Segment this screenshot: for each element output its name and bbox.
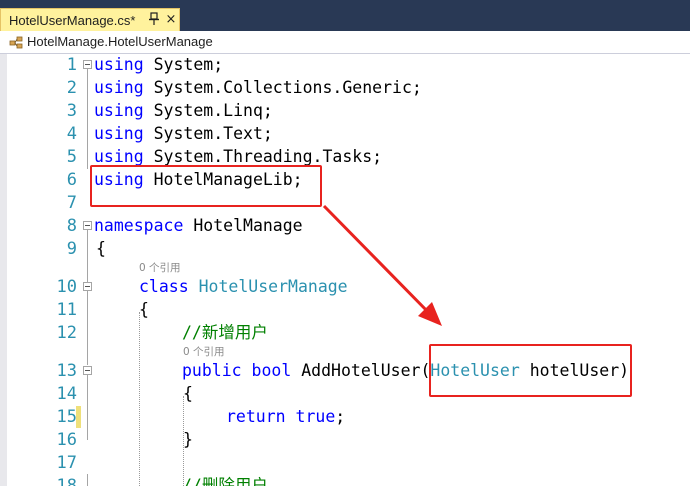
line-number: 8 [66, 216, 77, 236]
code-line-10[interactable]: class HotelUserManage [139, 276, 348, 298]
keyword: using [94, 147, 144, 166]
line-number: 11 [56, 300, 77, 320]
line-number: 1 [66, 55, 77, 75]
code-line-9[interactable]: { [96, 238, 106, 260]
codelens-references[interactable]: 0 个引用 [183, 345, 225, 359]
outline-line [87, 69, 88, 169]
line-number: 7 [66, 193, 77, 213]
line-number: 10 [56, 277, 77, 297]
code-text: ; [335, 407, 346, 426]
outline-line [87, 474, 88, 486]
line-number: 18 [56, 476, 77, 486]
line-number: 6 [66, 170, 77, 190]
line-number: 3 [66, 101, 77, 121]
code-text: System; [143, 55, 224, 74]
outline-line [87, 291, 88, 365]
line-number: 9 [66, 239, 77, 259]
code-line-12[interactable]: //新增用户 [182, 322, 268, 344]
editor-left-margin [0, 54, 7, 486]
line-number: 12 [56, 323, 77, 343]
method-name: AddHotelUser [301, 361, 421, 380]
keyword: using [94, 78, 144, 97]
code-line-18[interactable]: //删除用户 [182, 475, 268, 486]
keyword: true [295, 407, 336, 426]
document-tab-title: HotelUserManage.cs* [9, 12, 136, 28]
code-text: System.Linq; [143, 101, 273, 120]
code-line-3[interactable]: using System.Linq; [94, 100, 273, 122]
code-text: System.Threading.Tasks; [143, 147, 383, 166]
line-number: 16 [56, 430, 77, 450]
line-number: 14 [56, 384, 77, 404]
line-number: 2 [66, 78, 77, 98]
document-tab-bar: HotelUserManage.cs* × [0, 0, 690, 31]
keyword: bool [251, 361, 292, 380]
code-line-1[interactable]: using System; [94, 54, 223, 76]
type-name: HotelUserManage [198, 277, 348, 296]
collapse-toggle-icon[interactable] [83, 366, 92, 375]
collapse-toggle-icon[interactable] [83, 60, 92, 69]
keyword: public [182, 361, 242, 380]
line-number: 5 [66, 147, 77, 167]
code-text: System.Collections.Generic; [143, 78, 422, 97]
keyword: using [94, 55, 144, 74]
codelens-references[interactable]: 0 个引用 [139, 261, 181, 275]
code-line-15[interactable]: return true; [226, 406, 345, 428]
class-icon [9, 36, 23, 49]
code-line-11[interactable]: { [139, 299, 149, 321]
code-line-4[interactable]: using System.Text; [94, 123, 273, 145]
code-line-16[interactable]: } [183, 429, 193, 451]
collapse-toggle-icon[interactable] [83, 221, 92, 230]
code-line-8[interactable]: namespace HotelManage [94, 215, 303, 237]
class-path-dropdown[interactable]: HotelManage.HotelUserManage [27, 34, 213, 49]
line-number: 15 [56, 407, 77, 427]
keyword: class [139, 277, 189, 296]
document-tab[interactable]: HotelUserManage.cs* × [0, 8, 180, 31]
keyword: return [226, 407, 286, 426]
indent-guide [139, 312, 140, 486]
highlight-box-using-statement [90, 165, 322, 207]
code-text: System.Text; [143, 124, 273, 143]
outline-line [87, 375, 88, 440]
code-line-14[interactable]: { [183, 383, 193, 405]
pin-icon[interactable] [147, 11, 161, 27]
code-text: HotelManage [183, 216, 303, 235]
close-tab-icon[interactable]: × [164, 12, 178, 27]
unsaved-change-indicator [76, 406, 81, 428]
keyword: using [94, 124, 144, 143]
line-number-gutter: 1 2 3 4 5 6 7 8 9 10 11 12 13 14 15 16 1… [7, 54, 77, 486]
keyword: namespace [94, 216, 184, 235]
collapse-toggle-icon[interactable] [83, 282, 92, 291]
line-number: 17 [56, 453, 77, 473]
outline-line [87, 230, 88, 288]
code-editor[interactable]: 1 2 3 4 5 6 7 8 9 10 11 12 13 14 15 16 1… [0, 54, 690, 486]
highlight-box-parameter [429, 344, 632, 397]
code-line-2[interactable]: using System.Collections.Generic; [94, 77, 422, 99]
line-number: 13 [56, 361, 77, 381]
keyword: using [94, 101, 144, 120]
navigation-bar[interactable]: HotelManage.HotelUserManage [0, 31, 690, 54]
line-number: 4 [66, 124, 77, 144]
